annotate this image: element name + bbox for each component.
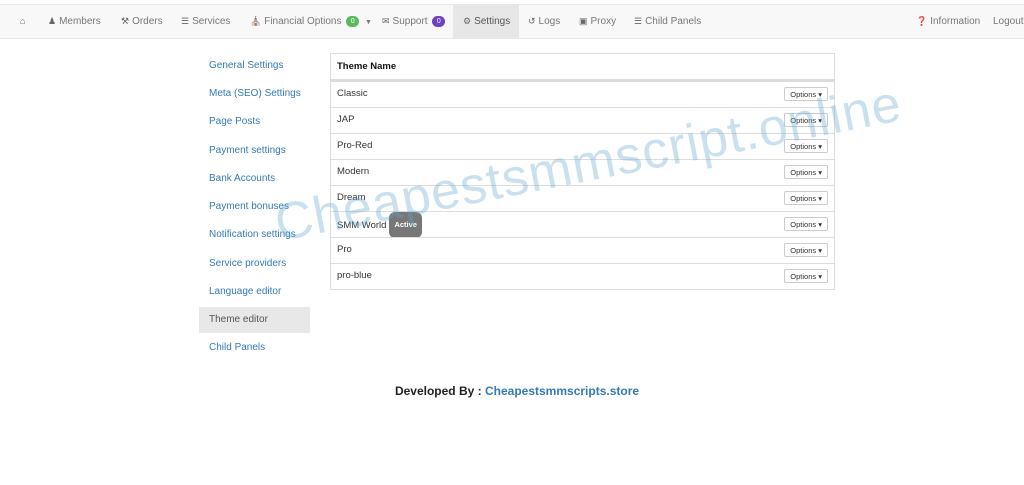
sidebar-item-page-posts[interactable]: Page Posts xyxy=(199,109,310,135)
nav-label: Support xyxy=(392,16,428,27)
nav-label: Child Panels xyxy=(645,16,702,27)
options-label: Options xyxy=(790,194,817,203)
sidebar-item-language-editor[interactable]: Language editor xyxy=(199,279,310,305)
caret-down-icon: ▾ xyxy=(818,272,822,281)
nav-financial-options[interactable]: ⛪ Financial Options 0 ▼ xyxy=(250,5,372,38)
nav-orders[interactable]: ⚒ Orders xyxy=(121,5,163,38)
gear-icon: ⚙ xyxy=(463,16,472,26)
nav-child-panels[interactable]: ☰ Child Panels xyxy=(634,5,701,38)
nav-logs[interactable]: ↺ Logs xyxy=(528,5,560,38)
list-icon: ☰ xyxy=(634,16,643,26)
table-row: pro-blue Options ▾ xyxy=(331,263,834,289)
nav-support[interactable]: ✉ Support 0 xyxy=(382,5,446,38)
options-label: Options xyxy=(790,272,817,281)
options-label: Options xyxy=(790,168,817,177)
sidebar-item-meta-seo-settings[interactable]: Meta (SEO) Settings xyxy=(199,81,310,107)
nav-information[interactable]: ❓ Information xyxy=(916,5,980,38)
history-icon: ↺ xyxy=(528,16,536,26)
theme-name: JAP xyxy=(337,114,355,125)
users-icon: ♟ xyxy=(48,16,57,26)
comments-icon: ✉ xyxy=(382,16,390,26)
nav-label: Members xyxy=(59,16,101,27)
nav-settings[interactable]: ⚙ Settings xyxy=(453,5,519,38)
nav-label: Orders xyxy=(132,16,163,27)
sidebar-item-theme-editor[interactable]: Theme editor xyxy=(199,307,310,333)
theme-name: Classic xyxy=(337,88,368,99)
nav-label: Settings xyxy=(474,16,511,27)
nav-label: Services xyxy=(192,16,231,27)
theme-name: Pro-Red xyxy=(337,140,373,151)
nav-label: Proxy xyxy=(590,16,617,27)
caret-down-icon: ▾ xyxy=(818,220,822,229)
options-label: Options xyxy=(790,220,817,229)
footer-prefix: Developed By : xyxy=(394,384,485,398)
options-button[interactable]: Options ▾ xyxy=(784,217,828,231)
nav-logout[interactable]: Logout xyxy=(993,5,1024,38)
question-icon: ❓ xyxy=(916,16,928,26)
theme-name: pro-blue xyxy=(337,270,372,281)
financial-badge: 0 xyxy=(346,15,360,27)
options-button[interactable]: Options ▾ xyxy=(784,165,828,179)
nav-label: Financial Options xyxy=(264,16,342,27)
nav-home[interactable]: ⌂ xyxy=(20,5,28,38)
top-navbar: ⌂ ♟ Members ⚒ Orders ☰ Services ⛪ Financial … xyxy=(0,4,1024,39)
nav-label: Information xyxy=(930,16,981,27)
footer-link[interactable]: Cheapestsmmscripts.store xyxy=(485,384,639,398)
bank-icon: ⛪ xyxy=(250,16,262,26)
list-icon: ☰ xyxy=(181,16,190,26)
home-icon: ⌂ xyxy=(20,16,26,26)
caret-down-icon: ▾ xyxy=(818,168,822,177)
nav-label: Logout xyxy=(993,16,1024,27)
sidebar-item-service-providers[interactable]: Service providers xyxy=(199,251,310,277)
sidebar-item-general-settings[interactable]: General Settings xyxy=(199,53,310,79)
table-header-theme-name: Theme Name xyxy=(331,54,834,81)
options-button[interactable]: Options ▾ xyxy=(784,269,828,283)
chevron-down-icon: ▼ xyxy=(365,19,372,26)
lock-icon: ▣ xyxy=(579,16,588,26)
sidebar-item-bank-accounts[interactable]: Bank Accounts xyxy=(199,166,310,192)
table-row: Pro Options ▾ xyxy=(331,237,834,263)
options-label: Options xyxy=(790,246,817,255)
nav-members[interactable]: ♟ Members xyxy=(48,5,101,38)
cart-icon: ⚒ xyxy=(121,16,130,26)
nav-proxy[interactable]: ▣ Proxy xyxy=(579,5,616,38)
caret-down-icon: ▾ xyxy=(818,194,822,203)
footer: Developed By : Cheapestsmmscripts.store xyxy=(0,384,1024,398)
caret-down-icon: ▾ xyxy=(818,246,822,255)
nav-label: Logs xyxy=(538,16,561,27)
options-button[interactable]: Options ▾ xyxy=(784,191,828,205)
sidebar-item-child-panels[interactable]: Child Panels xyxy=(199,335,310,361)
support-badge: 0 xyxy=(432,15,446,27)
nav-services[interactable]: ☰ Services xyxy=(181,5,230,38)
sidebar-item-payment-settings[interactable]: Payment settings xyxy=(199,138,310,164)
options-button[interactable]: Options ▾ xyxy=(784,243,828,257)
